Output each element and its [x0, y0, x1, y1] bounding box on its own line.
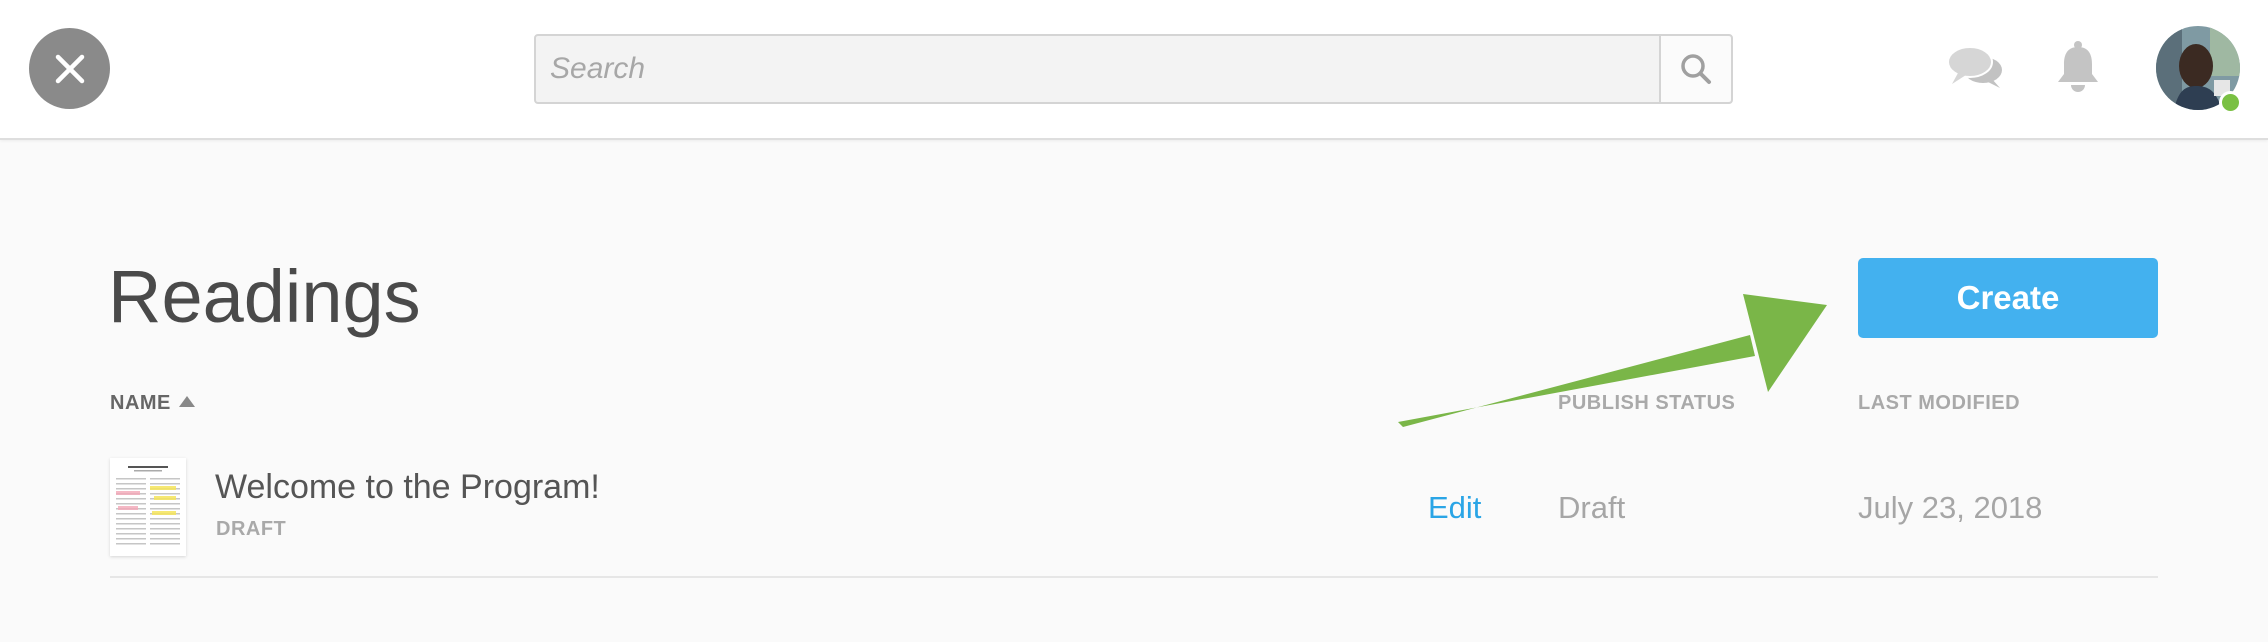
- search-button[interactable]: [1659, 36, 1731, 102]
- last-modified-value: July 23, 2018: [1858, 490, 2043, 525]
- column-header-name[interactable]: NAME: [110, 392, 195, 415]
- column-header-last-modified: LAST MODIFIED: [1858, 392, 2021, 414]
- search-icon: [1681, 54, 1711, 84]
- edit-link[interactable]: Edit: [1428, 490, 1481, 526]
- publish-status-value: Draft: [1558, 490, 1626, 525]
- reading-draft-label: DRAFT: [216, 518, 287, 540]
- sort-ascending-icon: [178, 396, 195, 407]
- bell-icon[interactable]: [2054, 40, 2102, 96]
- table-row: Welcome to the Program! DRAFT Edit Draft…: [110, 458, 2158, 578]
- search-input[interactable]: [536, 36, 1659, 102]
- create-button[interactable]: Create: [1858, 258, 2158, 338]
- reading-title[interactable]: Welcome to the Program!: [215, 468, 600, 507]
- close-button[interactable]: [29, 28, 110, 109]
- column-name-label: NAME: [110, 392, 171, 414]
- annotation-arrow: [1398, 294, 1827, 427]
- page-title: Readings: [108, 255, 421, 338]
- search-bar: [534, 34, 1733, 104]
- document-thumbnail[interactable]: [110, 458, 186, 556]
- close-icon: [55, 54, 84, 83]
- top-bar: [0, 0, 2268, 140]
- chat-icon[interactable]: [1946, 44, 2006, 90]
- online-status-dot: [2219, 91, 2242, 114]
